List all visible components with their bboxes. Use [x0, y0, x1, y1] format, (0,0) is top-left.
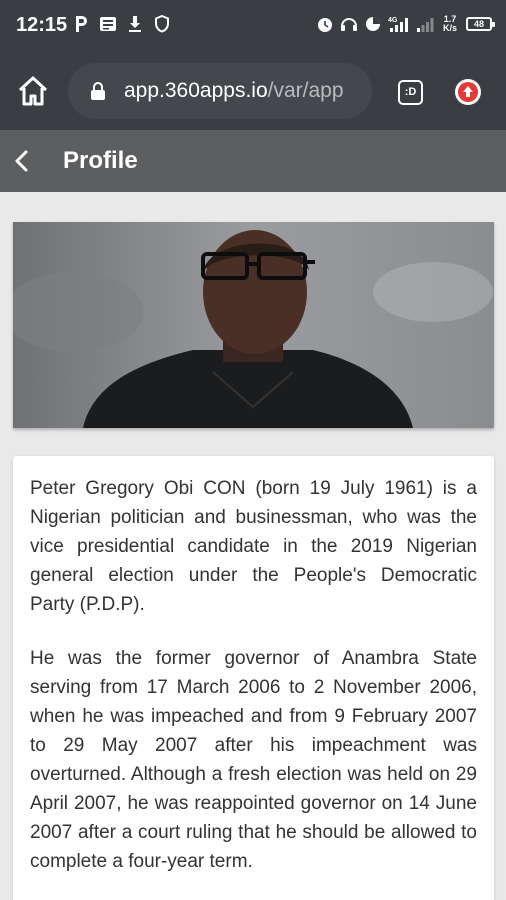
chevron-left-icon [15, 150, 28, 172]
bio-card: Peter Gregory Obi CON (born 19 July 1961… [13, 456, 494, 900]
battery-icon: 48 [466, 17, 495, 31]
signal-icon: 4G [388, 14, 410, 34]
bio-paragraph: He was the former governor of Anambra St… [30, 648, 477, 872]
svg-text:4G: 4G [388, 17, 398, 24]
url-host: app.360apps.io [124, 79, 268, 102]
url-text: app.360apps.io/var/app [124, 79, 344, 103]
p-icon [72, 14, 90, 34]
tabs-button[interactable]: :D [398, 80, 423, 105]
upload-arrow-icon [458, 82, 478, 102]
url-field[interactable]: app.360apps.io/var/app [68, 63, 372, 119]
home-icon[interactable] [16, 74, 50, 108]
status-bar: 12:15 4G 1.7 K/s 48 [0, 0, 506, 52]
page-title: Profile [63, 147, 138, 174]
back-button[interactable] [8, 145, 38, 177]
profile-photo [13, 222, 494, 428]
alarm-icon [316, 14, 334, 34]
lock-icon [90, 82, 106, 100]
clock: 12:15 [16, 14, 68, 36]
data-saver-icon [364, 14, 382, 34]
main-content[interactable]: Peter Gregory Obi CON (born 19 July 1961… [0, 192, 506, 900]
bio-paragraph: Peter Gregory Obi CON (born 19 July 1961… [30, 478, 477, 615]
net-speed: 1.7 K/s [442, 14, 457, 33]
app-header: Profile [0, 130, 506, 192]
download-icon [126, 14, 144, 34]
signal-icon [416, 14, 434, 34]
update-button[interactable] [455, 79, 481, 105]
url-path: /var/app [267, 79, 344, 102]
headset-icon [340, 14, 358, 34]
message-icon [99, 14, 117, 34]
shield-icon [153, 14, 171, 34]
browser-toolbar: app.360apps.io/var/app :D [0, 52, 506, 130]
